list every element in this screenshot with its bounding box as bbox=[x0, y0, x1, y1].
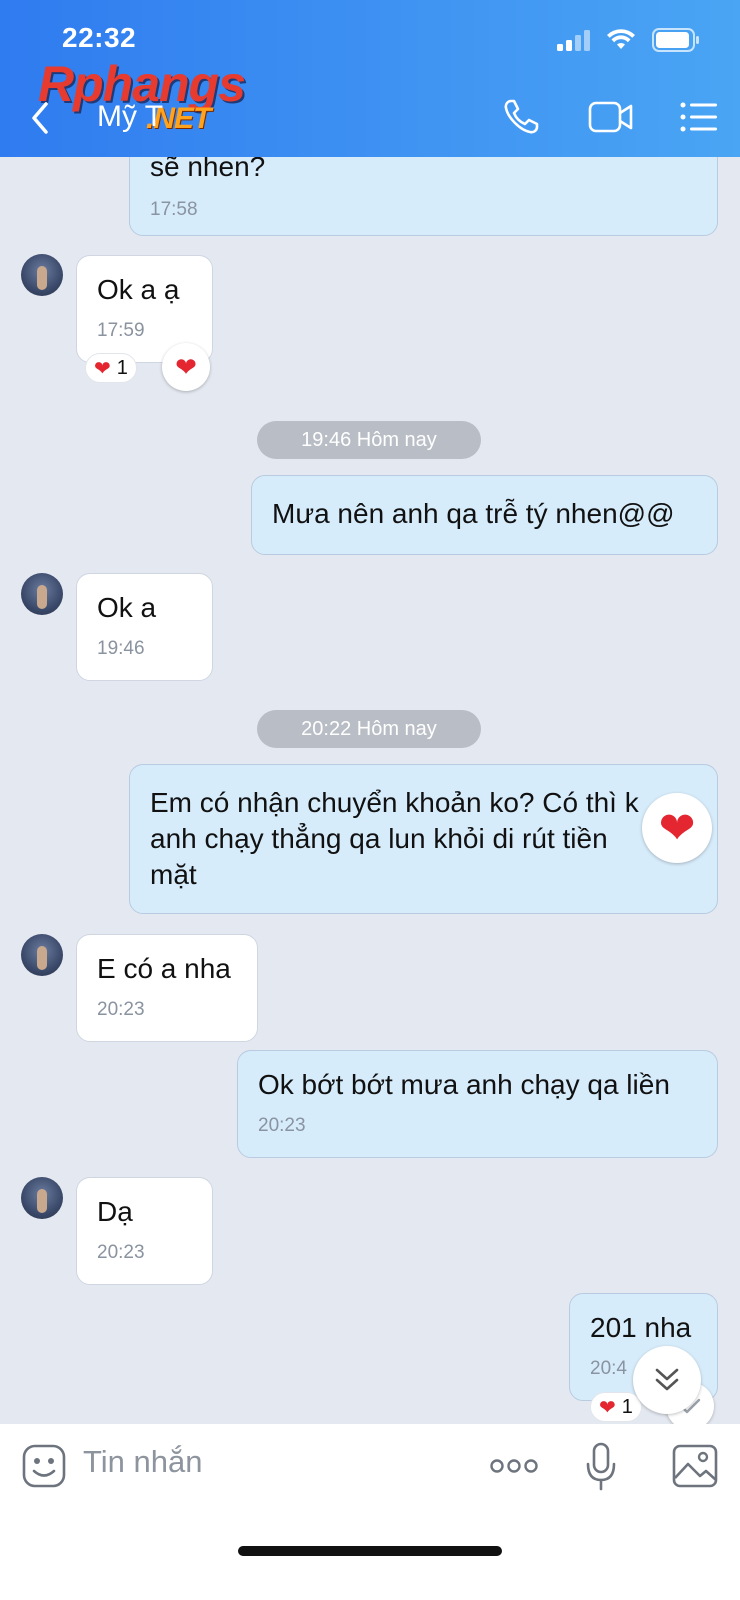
heart-icon: ❤ bbox=[658, 803, 696, 853]
heart-icon: ❤ bbox=[175, 351, 197, 382]
reaction-summary[interactable]: ❤ 1 bbox=[85, 353, 137, 383]
video-call-icon[interactable] bbox=[588, 100, 634, 134]
signal-icon bbox=[557, 30, 590, 51]
menu-list-icon[interactable] bbox=[680, 102, 718, 132]
message-bubble-outgoing[interactable]: Em có nhận chuyển khoản ko? Có thì k anh… bbox=[129, 764, 718, 914]
microphone-icon[interactable] bbox=[584, 1442, 618, 1492]
message-time: 20:4 bbox=[590, 1358, 627, 1379]
wifi-icon bbox=[607, 29, 635, 49]
avatar[interactable] bbox=[21, 1177, 63, 1219]
message-text: Mưa nên anh qa trễ tý nhen@@ bbox=[272, 498, 675, 529]
reaction-count: 1 bbox=[621, 1395, 633, 1418]
message-text: Ok a ạ bbox=[97, 274, 180, 305]
contact-name[interactable]: Mỹ T bbox=[97, 100, 163, 134]
phone-icon[interactable] bbox=[502, 98, 540, 136]
status-icons bbox=[556, 28, 700, 52]
image-icon[interactable] bbox=[672, 1444, 718, 1488]
reaction-count: 1 bbox=[116, 356, 128, 379]
message-text: 201 nha bbox=[590, 1312, 692, 1343]
message-bubble-outgoing[interactable]: Ok bớt bớt mưa anh chạy qa liền 20:23 bbox=[237, 1050, 718, 1158]
message-text: Dạ bbox=[97, 1196, 133, 1227]
message-bubble-outgoing[interactable]: Mưa nên anh qa trễ tý nhen@@ bbox=[251, 475, 718, 555]
chat-header: 22:32 Rphangs .NET Mỹ T bbox=[0, 0, 740, 157]
heart-icon: ❤ bbox=[94, 357, 111, 380]
message-text-line: anh chạy thẳng qa lun khỏi di rút tiền bbox=[150, 823, 608, 854]
avatar[interactable] bbox=[21, 254, 63, 296]
message-input[interactable]: Tin nhắn bbox=[83, 1444, 203, 1480]
date-separator: 19:46 Hôm nay bbox=[257, 421, 481, 459]
message-text: Ok bớt bớt mưa anh chạy qa liền bbox=[258, 1069, 670, 1100]
home-indicator bbox=[238, 1546, 502, 1556]
message-time: 20:23 bbox=[97, 1242, 145, 1263]
message-time: 17:58 bbox=[150, 199, 198, 220]
react-button[interactable]: ❤ bbox=[642, 793, 712, 863]
message-text-line: Em có nhận chuyển khoản ko? Có thì k bbox=[150, 787, 639, 818]
message-bubble-incoming[interactable]: Ok a 19:46 bbox=[76, 573, 213, 681]
scroll-down-icon bbox=[655, 1368, 679, 1391]
message-composer: Tin nhắn bbox=[0, 1424, 740, 1600]
message-time: 20:23 bbox=[258, 1115, 306, 1136]
status-time: 22:32 bbox=[62, 22, 137, 53]
message-bubble-incoming[interactable]: Dạ 20:23 bbox=[76, 1177, 213, 1285]
react-button[interactable]: ❤ bbox=[162, 343, 210, 391]
message-time: 17:59 bbox=[97, 320, 145, 341]
back-chevron-icon[interactable] bbox=[26, 98, 56, 138]
message-bubble-incoming[interactable]: E có a nha 20:23 bbox=[76, 934, 258, 1042]
reaction-summary[interactable]: ❤ 1 bbox=[590, 1392, 642, 1422]
sticker-icon[interactable] bbox=[22, 1444, 66, 1488]
more-icon[interactable] bbox=[490, 1458, 538, 1474]
message-time: 20:23 bbox=[97, 999, 145, 1020]
battery-icon bbox=[652, 28, 699, 52]
message-text: Ok a bbox=[97, 592, 157, 623]
scroll-to-bottom-button[interactable] bbox=[633, 1346, 701, 1414]
message-text: E có a nha bbox=[97, 953, 231, 984]
avatar[interactable] bbox=[21, 573, 63, 615]
message-time: 19:46 bbox=[97, 638, 145, 659]
date-separator: 20:22 Hôm nay bbox=[257, 710, 481, 748]
message-text-line: mặt bbox=[150, 859, 197, 890]
avatar[interactable] bbox=[21, 934, 63, 976]
heart-icon: ❤ bbox=[599, 1396, 616, 1419]
